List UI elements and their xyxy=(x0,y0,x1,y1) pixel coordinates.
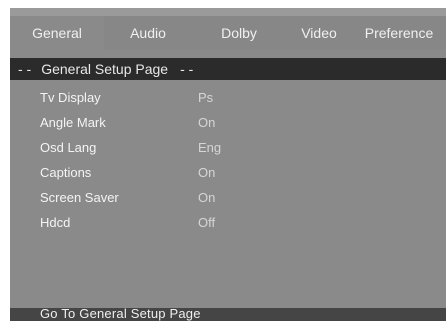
menu-tabs: General Audio Dolby Video Preference xyxy=(10,16,446,50)
tab-audio[interactable]: Audio xyxy=(104,16,192,50)
tab-general-label: General xyxy=(32,25,82,41)
page-title: General Setup Page xyxy=(41,61,169,77)
tab-video-label: Video xyxy=(301,25,337,41)
tab-video[interactable]: Video xyxy=(286,16,352,50)
setting-tv-display[interactable]: Tv Display Ps xyxy=(10,86,446,111)
setting-label: Captions xyxy=(40,165,92,180)
setting-value: On xyxy=(198,165,216,180)
setting-label: Osd Lang xyxy=(40,140,97,155)
setting-label: Tv Display xyxy=(40,90,101,105)
setting-value: Ps xyxy=(198,90,214,105)
page-title-bar: - - General Setup Page - - xyxy=(10,58,446,80)
tab-preference-label: Preference xyxy=(364,25,434,41)
setting-label: Screen Saver xyxy=(40,190,119,205)
setting-screen-saver[interactable]: Screen Saver On xyxy=(10,186,446,211)
setting-angle-mark[interactable]: Angle Mark On xyxy=(10,111,446,136)
settings-list: Tv Display Ps Angle Mark On Osd Lang Eng… xyxy=(10,86,446,236)
tab-dolby-label: Dolby xyxy=(221,25,257,41)
setting-label: Angle Mark xyxy=(40,115,106,130)
footer-hint-text: Go To General Setup Page xyxy=(40,306,201,321)
tab-dolby[interactable]: Dolby xyxy=(192,16,286,50)
tab-preference[interactable]: Preference xyxy=(352,16,446,50)
tab-general[interactable]: General xyxy=(10,16,104,50)
setting-value: On xyxy=(198,115,216,130)
setting-label: Hdcd xyxy=(40,215,71,230)
setting-value: Off xyxy=(198,215,216,230)
setting-osd-lang[interactable]: Osd Lang Eng xyxy=(10,136,446,161)
tab-audio-label: Audio xyxy=(130,25,166,41)
title-left-dash: - - xyxy=(18,61,32,77)
top-strip xyxy=(10,8,446,16)
setting-value: Eng xyxy=(198,140,222,155)
setup-menu-screen: General Audio Dolby Video Preference - -… xyxy=(10,8,446,321)
setting-captions[interactable]: Captions On xyxy=(10,161,446,186)
setting-hdcd[interactable]: Hdcd Off xyxy=(10,211,446,236)
setting-value: On xyxy=(198,190,216,205)
title-right-dash: - - xyxy=(180,61,194,77)
footer-hint-bar: Go To General Setup Page xyxy=(10,306,446,321)
